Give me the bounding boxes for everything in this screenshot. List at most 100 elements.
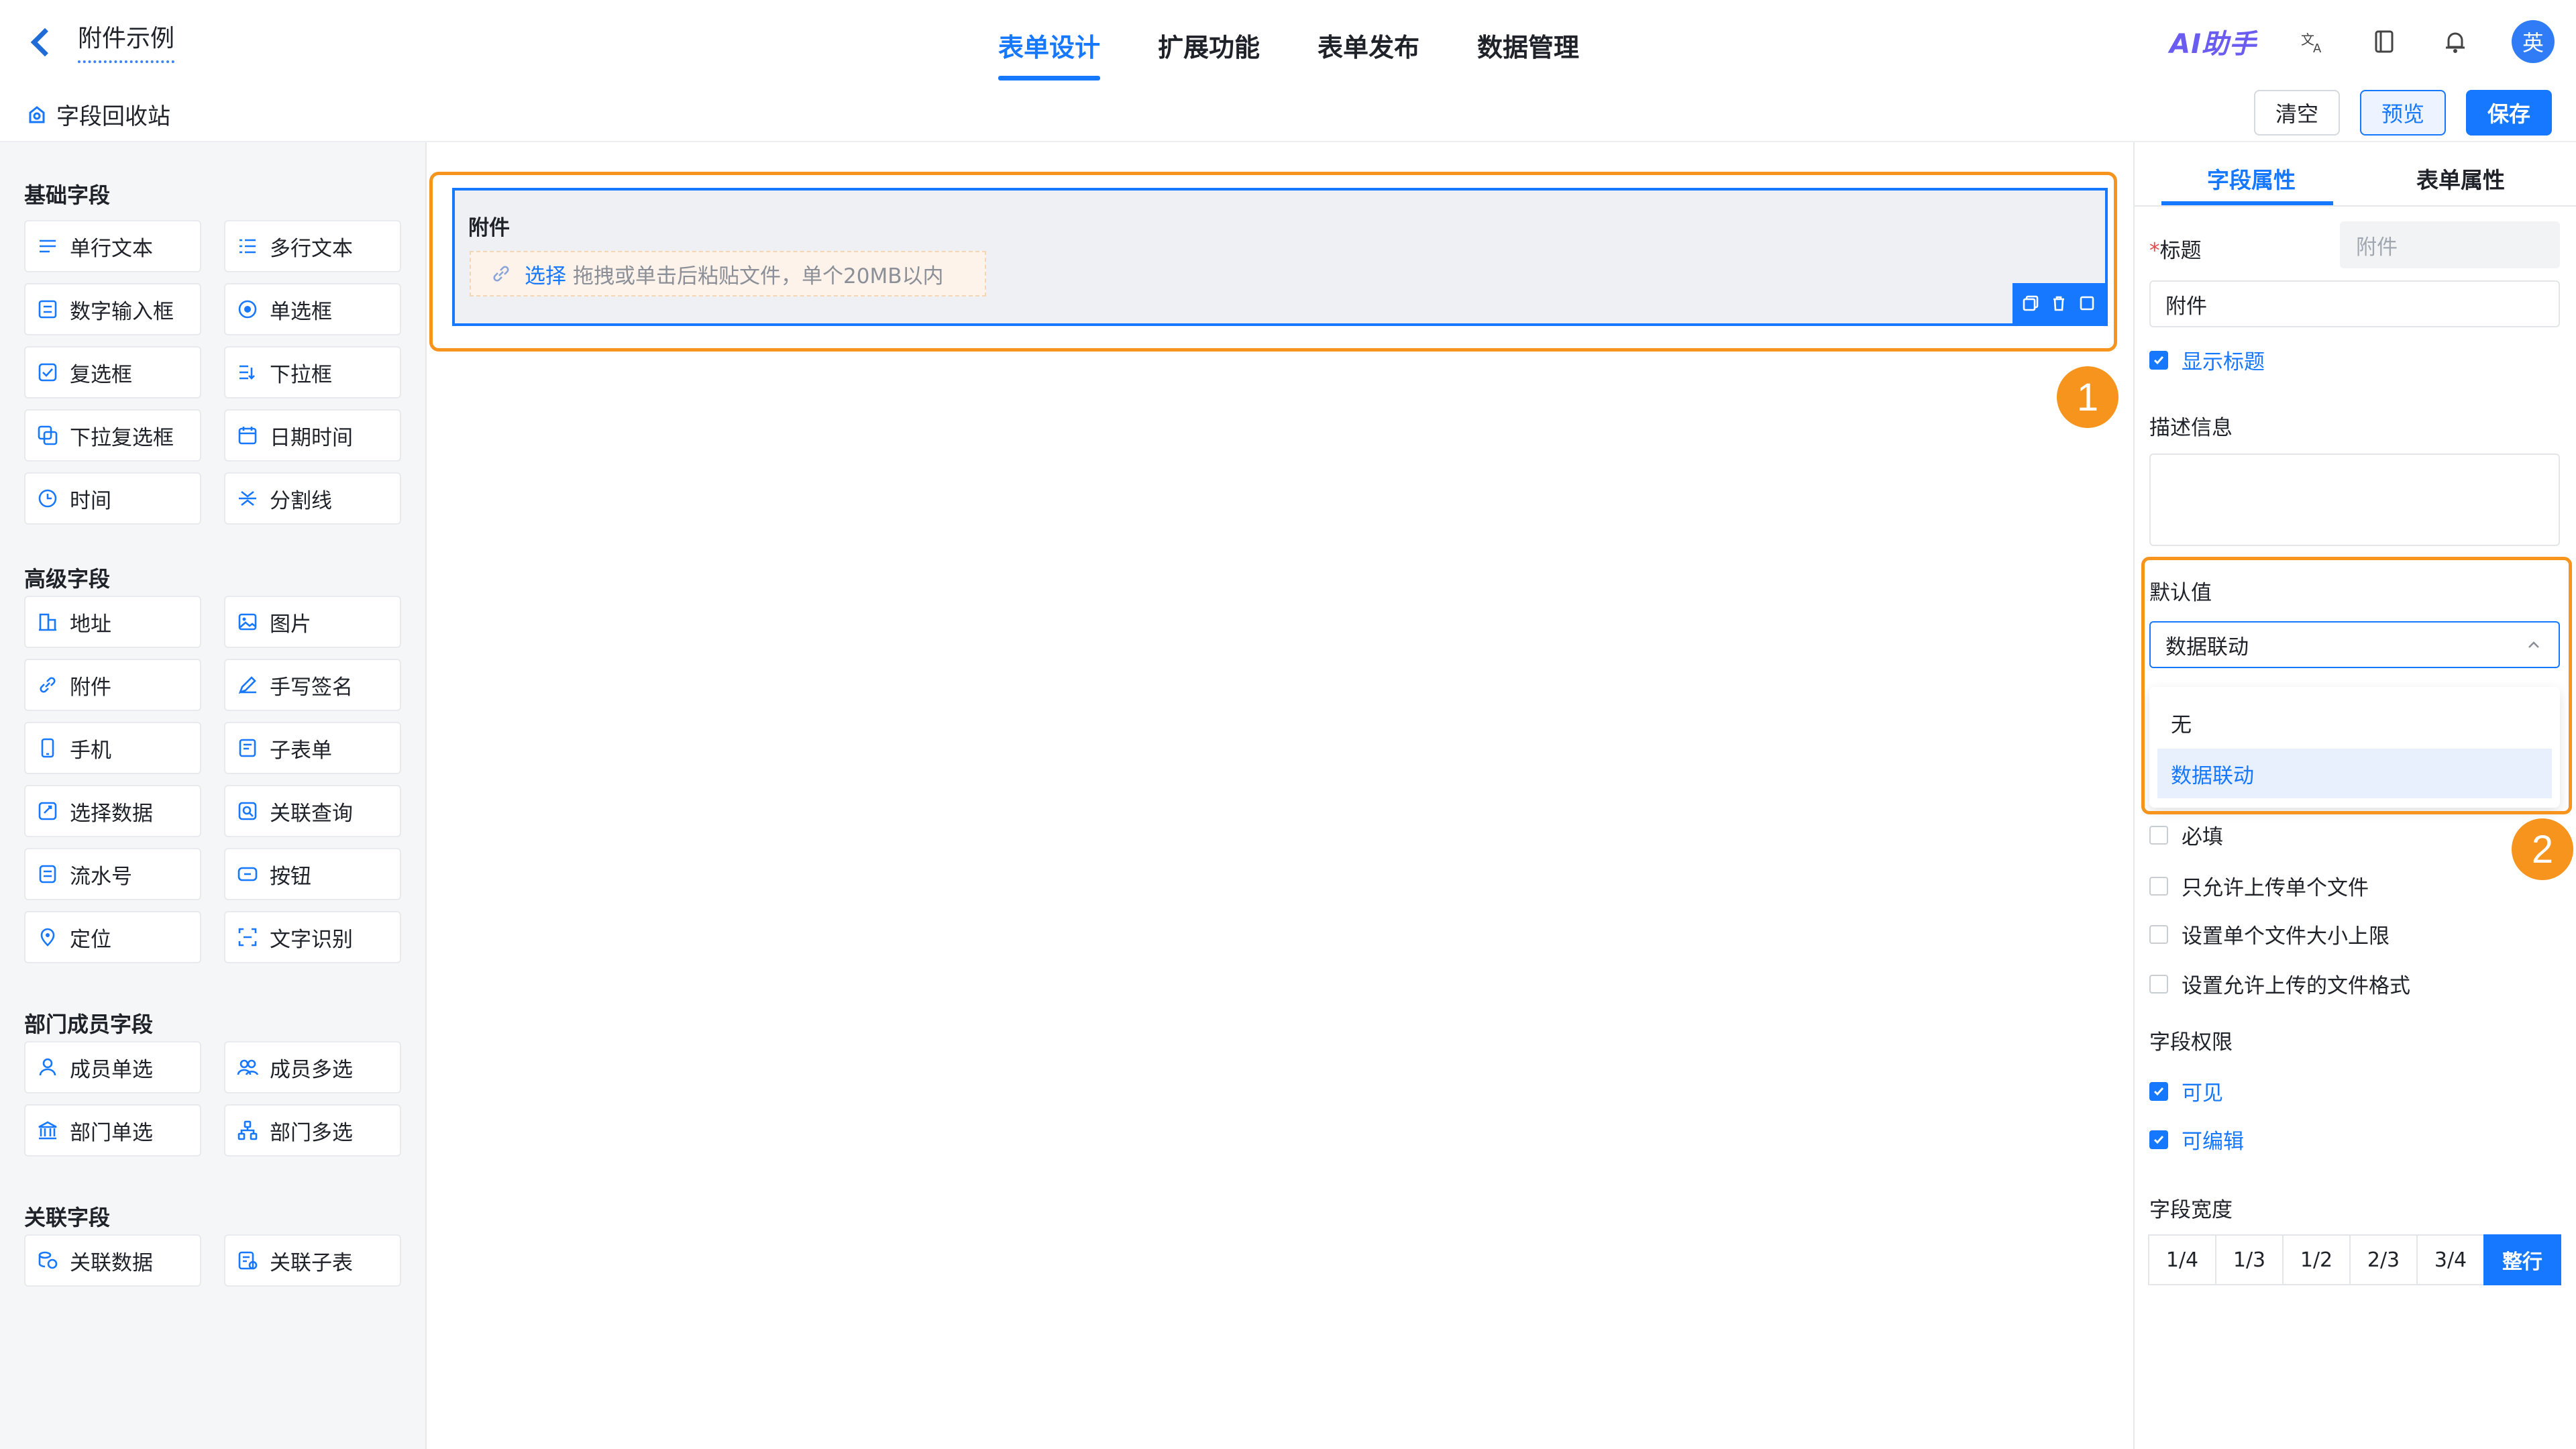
palette-item[interactable]: 附件 <box>24 659 201 711</box>
editable-checkbox[interactable]: 可编辑 <box>2149 1124 2244 1155</box>
tab-data-management[interactable]: 数据管理 <box>1477 27 1579 80</box>
ai-assistant-button[interactable]: AI助手 <box>2169 22 2257 61</box>
select-data-icon <box>35 798 60 824</box>
back-button[interactable]: 附件示例 <box>30 19 175 63</box>
pen-icon <box>235 672 260 698</box>
upload-choose-link[interactable]: 选择 <box>525 259 566 289</box>
link-table-icon <box>235 1248 260 1273</box>
translate-icon[interactable]: 文A <box>2298 27 2328 56</box>
width-option[interactable]: 2/3 <box>2349 1234 2418 1285</box>
width-option[interactable]: 1/4 <box>2148 1234 2216 1285</box>
bell-icon[interactable] <box>2440 27 2470 56</box>
multi-line-icon <box>235 233 260 259</box>
palette-item[interactable]: 流水号 <box>24 848 201 900</box>
palette-item[interactable]: 单行文本 <box>24 220 201 272</box>
palette-item[interactable]: 子表单 <box>224 722 401 774</box>
upload-area[interactable]: 选择 拖拽或单击后粘贴文件，单个20MB以内 <box>470 251 986 297</box>
title-label: *标题 <box>2149 233 2202 264</box>
palette-item[interactable]: 成员多选 <box>224 1041 401 1093</box>
tab-form-properties[interactable]: 表单属性 <box>2416 162 2505 195</box>
palette-item[interactable]: 复选框 <box>24 346 201 398</box>
field-label: 附件 <box>468 216 510 240</box>
palette-item[interactable]: 关联子表 <box>224 1234 401 1287</box>
palette-item[interactable]: 部门多选 <box>224 1104 401 1157</box>
editable-label: 可编辑 <box>2182 1130 2244 1154</box>
link-icon <box>35 672 60 698</box>
serial-icon <box>35 861 60 887</box>
palette-item[interactable]: 图片 <box>224 596 401 648</box>
title-input[interactable]: 附件 <box>2149 280 2560 327</box>
radio-icon <box>235 297 260 322</box>
visible-checkbox[interactable]: 可见 <box>2149 1076 2223 1106</box>
tab-form-design[interactable]: 表单设计 <box>998 27 1101 80</box>
dropdown-icon <box>235 360 260 385</box>
palette-item[interactable]: 定位 <box>24 911 201 963</box>
show-title-checkbox[interactable]: 显示标题 <box>2149 345 2265 375</box>
ocr-icon <box>235 924 260 950</box>
option-label: 设置单个文件大小上限 <box>2182 924 2390 949</box>
palette-item-label: 下拉复选框 <box>70 425 174 450</box>
tab-field-properties[interactable]: 字段属性 <box>2207 162 2296 195</box>
sub-toolbar: 字段回收站 清空 预览 保存 <box>0 83 2576 142</box>
top-right-tools: AI助手 文A 英 <box>2169 20 2555 63</box>
palette-item[interactable]: 下拉框 <box>224 346 401 398</box>
palette-item[interactable]: 关联查询 <box>224 785 401 837</box>
option-checkbox[interactable]: 设置允许上传的文件格式 <box>2149 969 2410 999</box>
section-title-advanced: 高级字段 <box>24 566 111 592</box>
palette-item[interactable]: 手机 <box>24 722 201 774</box>
palette-item-label: 关联数据 <box>70 1250 153 1275</box>
palette-item[interactable]: 选择数据 <box>24 785 201 837</box>
palette-item-label: 手写签名 <box>270 675 353 700</box>
single-line-icon <box>35 233 60 259</box>
palette-item[interactable]: 按钮 <box>224 848 401 900</box>
app-title[interactable]: 附件示例 <box>78 19 175 63</box>
palette-item[interactable]: 单选框 <box>224 283 401 335</box>
attachment-field-card[interactable]: 附件 选择 拖拽或单击后粘贴文件，单个20MB以内 <box>452 188 2108 326</box>
tab-extensions[interactable]: 扩展功能 <box>1158 27 1260 80</box>
preview-button[interactable]: 预览 <box>2359 90 2446 136</box>
description-textarea[interactable] <box>2149 453 2560 546</box>
palette-item[interactable]: 下拉复选框 <box>24 409 201 462</box>
palette-item[interactable]: 日期时间 <box>224 409 401 462</box>
chevron-left-icon <box>30 28 60 57</box>
width-option[interactable]: 3/4 <box>2416 1234 2485 1285</box>
svg-text:文: 文 <box>2301 32 2314 48</box>
building-icon <box>35 609 60 635</box>
width-option[interactable]: 1/2 <box>2282 1234 2351 1285</box>
width-option[interactable]: 1/3 <box>2215 1234 2284 1285</box>
width-option-selected[interactable]: 整行 <box>2483 1234 2561 1285</box>
palette-item-label: 附件 <box>70 675 111 700</box>
palette-item[interactable]: 数字输入框 <box>24 283 201 335</box>
option-checkbox[interactable]: 设置单个文件大小上限 <box>2149 919 2390 949</box>
palette-item[interactable]: 分割线 <box>224 472 401 525</box>
palette-item[interactable]: 手写签名 <box>224 659 401 711</box>
option-checkbox[interactable]: 必填 <box>2149 820 2223 850</box>
option-checkbox[interactable]: 只允许上传单个文件 <box>2149 871 2369 901</box>
clear-button[interactable]: 清空 <box>2253 90 2340 136</box>
show-title-label: 显示标题 <box>2182 350 2265 374</box>
palette-item[interactable]: 文字识别 <box>224 911 401 963</box>
palette-item[interactable]: 时间 <box>24 472 201 525</box>
step-badge-2: 2 <box>2512 818 2573 880</box>
palette-item-label: 关联子表 <box>270 1250 353 1275</box>
search-link-icon <box>235 798 260 824</box>
field-recycle-bin[interactable]: 字段回收站 <box>27 98 170 131</box>
palette-item[interactable]: 成员单选 <box>24 1041 201 1093</box>
field-toolbar <box>2012 283 2105 323</box>
delete-icon[interactable] <box>2049 294 2068 313</box>
avatar[interactable]: 英 <box>2512 20 2555 63</box>
palette-item-label: 单选框 <box>270 299 332 324</box>
square-icon[interactable] <box>2078 294 2096 313</box>
title-lang-input[interactable]: 附件 <box>2340 221 2560 268</box>
recycle-icon <box>29 105 45 123</box>
book-icon[interactable] <box>2369 27 2399 56</box>
palette-item[interactable]: 地址 <box>24 596 201 648</box>
palette-item[interactable]: 多行文本 <box>224 220 401 272</box>
users-icon <box>235 1055 260 1080</box>
tab-form-publish[interactable]: 表单发布 <box>1318 27 1419 80</box>
copy-icon[interactable] <box>2021 294 2040 313</box>
title-label-text: 标题 <box>2159 239 2202 263</box>
save-button[interactable]: 保存 <box>2465 90 2552 136</box>
palette-item[interactable]: 关联数据 <box>24 1234 201 1287</box>
palette-item[interactable]: 部门单选 <box>24 1104 201 1157</box>
